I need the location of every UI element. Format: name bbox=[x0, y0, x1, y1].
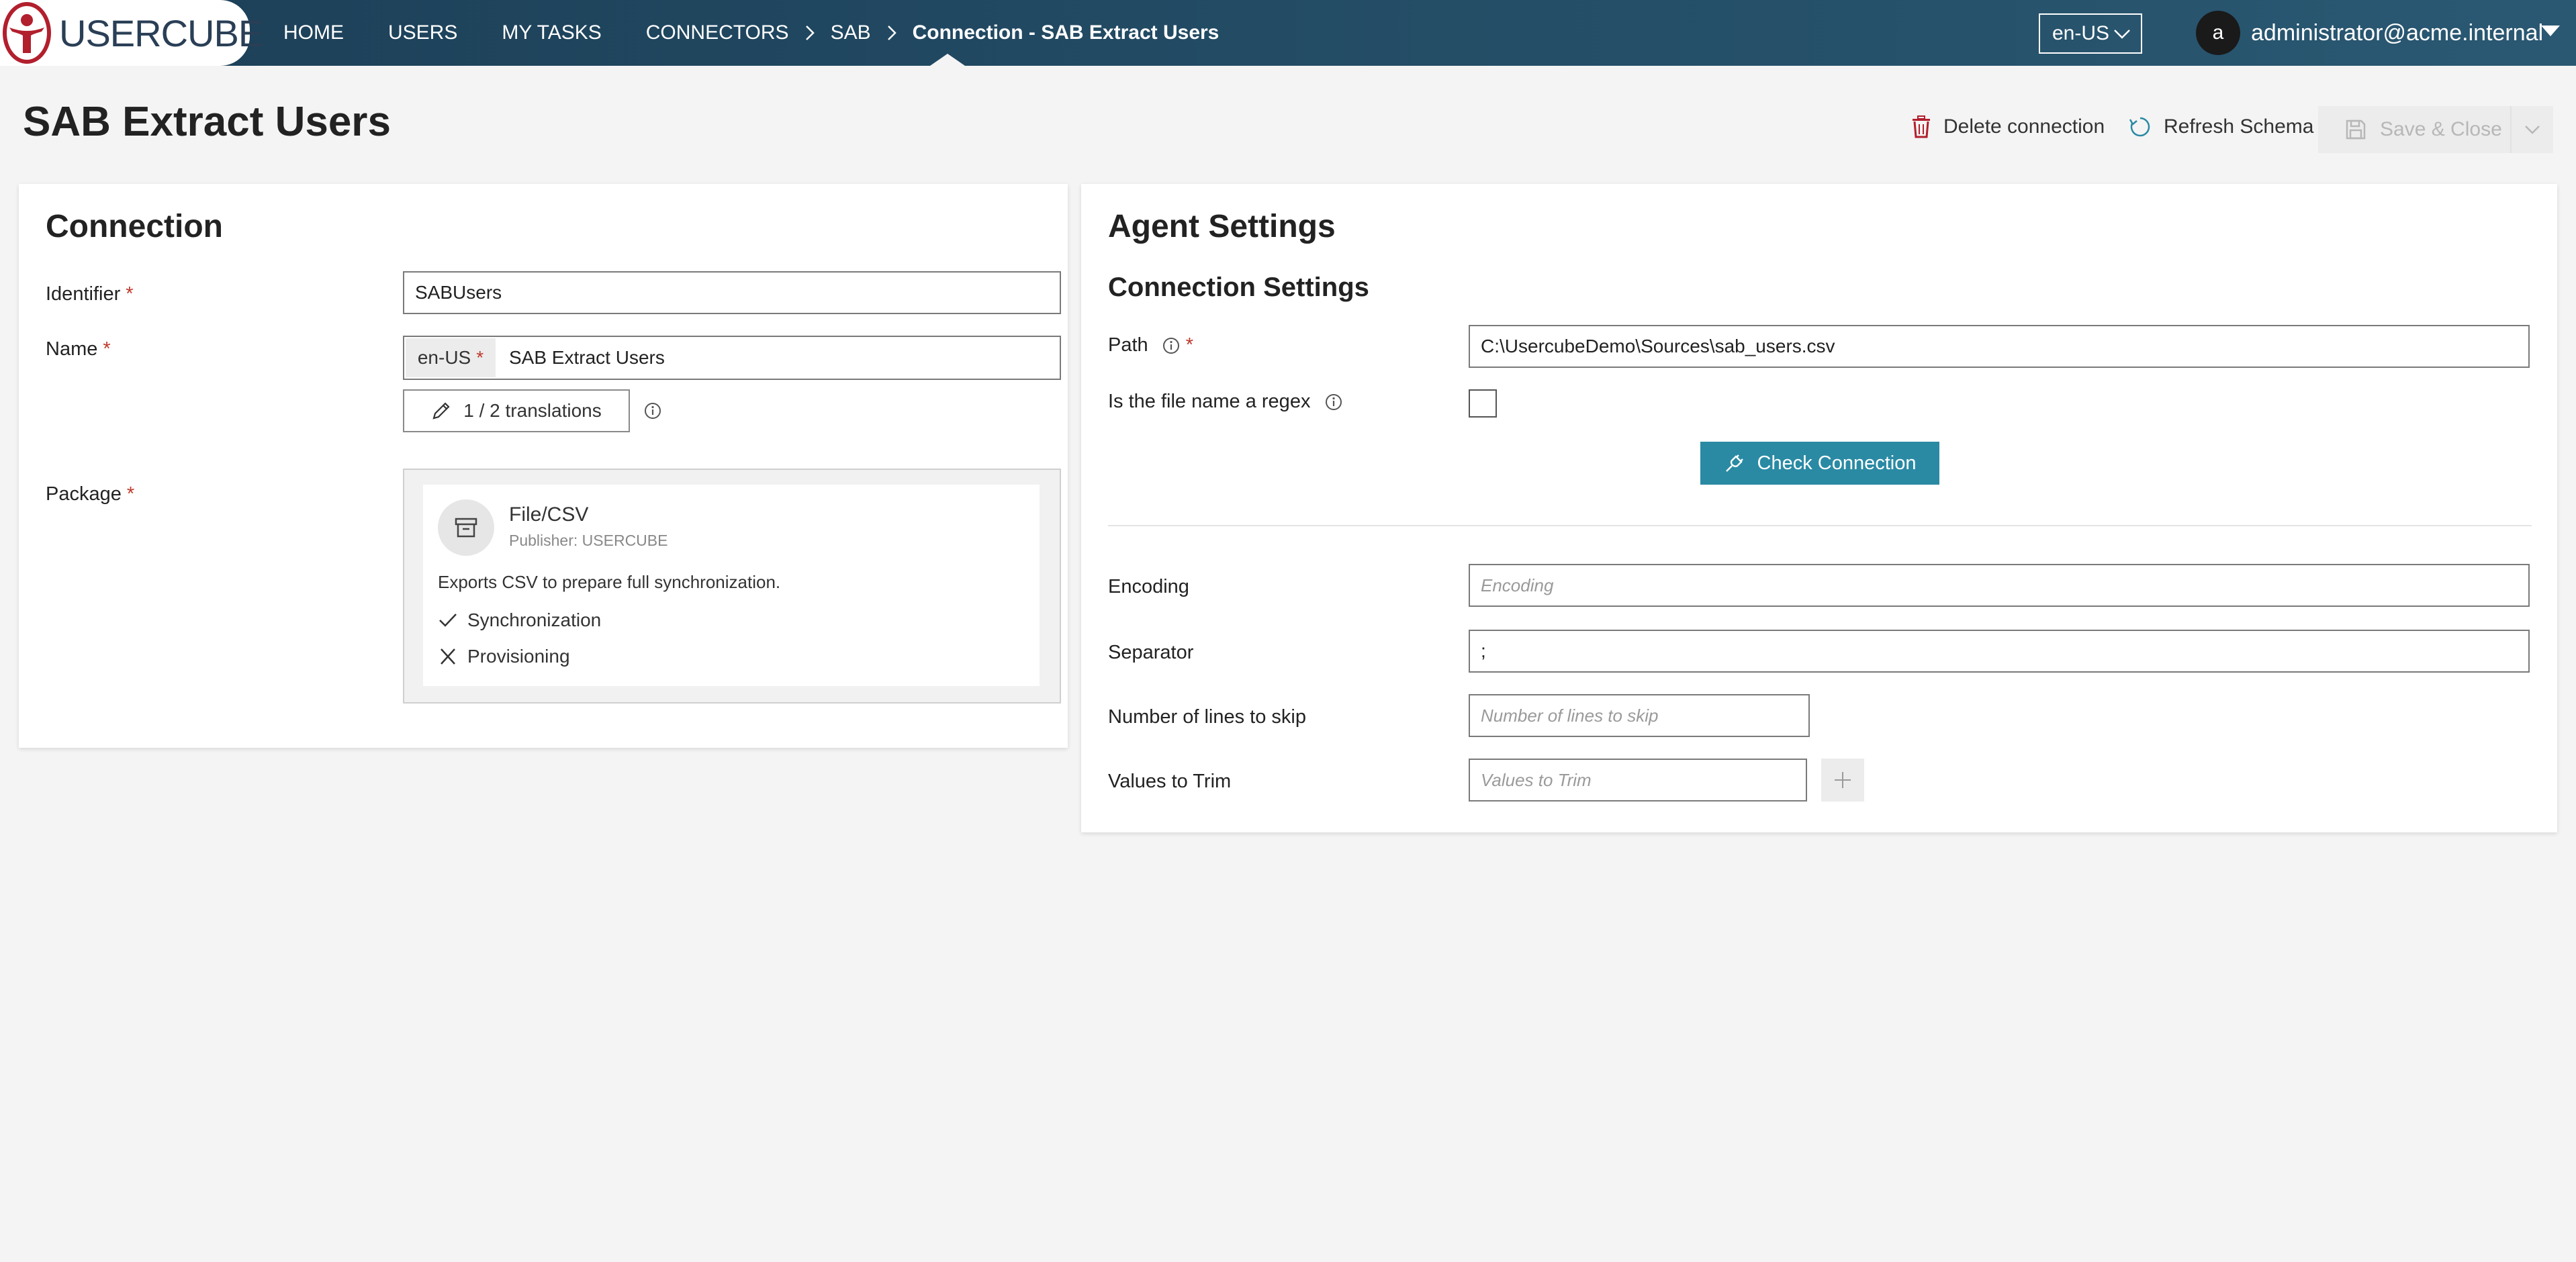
breadcrumb: CONNECTORS SAB Connection - SAB Extract … bbox=[646, 21, 1220, 44]
package-publisher: Publisher: USERCUBE bbox=[509, 532, 668, 549]
connection-card: Connection Identifier* Name* en-US* 1 / … bbox=[19, 184, 1068, 748]
path-label: Path * bbox=[1108, 334, 1193, 356]
nav-my-tasks[interactable]: MY TASKS bbox=[502, 21, 601, 44]
save-close-label: Save & Close bbox=[2380, 118, 2502, 140]
required-mark: * bbox=[126, 483, 135, 505]
refresh-schema-label: Refresh Schema bbox=[2164, 115, 2314, 138]
refresh-schema-button[interactable]: Refresh Schema bbox=[2129, 115, 2313, 138]
nav-home[interactable]: HOME bbox=[283, 21, 344, 44]
values-to-trim-input[interactable] bbox=[1469, 759, 1807, 802]
package-icon bbox=[438, 499, 494, 556]
package-label: Package * bbox=[46, 483, 134, 505]
identifier-label: Identifier * bbox=[46, 283, 134, 305]
required-mark: * bbox=[103, 338, 111, 360]
breadcrumb-indicator bbox=[930, 54, 965, 66]
values-to-trim-label: Values to Trim bbox=[1108, 771, 1232, 792]
name-field: en-US * bbox=[403, 336, 1061, 380]
regex-checkbox[interactable] bbox=[1469, 389, 1497, 418]
agent-settings-title: Agent Settings bbox=[1108, 209, 1336, 244]
encoding-input[interactable] bbox=[1469, 564, 2530, 607]
avatar[interactable]: a bbox=[2196, 11, 2240, 55]
capability-label: Synchronization bbox=[467, 610, 602, 630]
user-menu-caret-icon[interactable] bbox=[2541, 26, 2560, 36]
encoding-label: Encoding bbox=[1108, 576, 1189, 597]
agent-settings-card: Agent Settings Connection Settings Path … bbox=[1081, 184, 2557, 832]
info-icon[interactable] bbox=[1162, 336, 1181, 355]
separator-input[interactable] bbox=[1469, 630, 2530, 673]
path-label-text: Path bbox=[1108, 334, 1148, 356]
name-label: Name * bbox=[46, 338, 111, 360]
page-title: SAB Extract Users bbox=[23, 99, 391, 145]
save-icon bbox=[2346, 119, 2366, 140]
check-icon bbox=[439, 614, 457, 627]
divider bbox=[1108, 525, 2532, 526]
name-language: en-US bbox=[417, 347, 471, 368]
connection-card-title: Connection bbox=[46, 209, 223, 244]
save-options-button[interactable] bbox=[2510, 106, 2553, 153]
path-input[interactable] bbox=[1469, 325, 2530, 368]
required-mark: * bbox=[1185, 334, 1194, 356]
name-input[interactable] bbox=[496, 337, 1060, 379]
archive-icon bbox=[455, 518, 477, 538]
translations-button[interactable]: 1 / 2 translations bbox=[403, 389, 630, 432]
name-language-prefix: en-US * bbox=[406, 338, 496, 377]
save-close-split-button: Save & Close bbox=[2318, 106, 2553, 153]
package-description: Exports CSV to prepare full synchronizat… bbox=[438, 572, 781, 592]
chevron-down-icon bbox=[2525, 126, 2540, 134]
identifier-label-text: Identifier bbox=[46, 283, 121, 305]
user-name[interactable]: administrator@acme.internal bbox=[2251, 20, 2543, 46]
logo[interactable]: USERCUBE bbox=[0, 0, 263, 66]
connection-settings-title: Connection Settings bbox=[1108, 273, 1369, 302]
pencil-icon bbox=[432, 402, 450, 420]
regex-label: Is the file name a regex bbox=[1108, 391, 1343, 413]
regex-label-text: Is the file name a regex bbox=[1108, 391, 1311, 412]
check-connection-button[interactable]: Check Connection bbox=[1700, 442, 1939, 485]
top-bar: USERCUBE HOME USERS MY TASKS CONNECTORS … bbox=[0, 0, 2576, 66]
required-mark: * bbox=[476, 347, 484, 368]
language-value: en-US bbox=[2052, 22, 2110, 44]
check-connection-label: Check Connection bbox=[1757, 452, 1917, 474]
name-label-text: Name bbox=[46, 338, 98, 360]
breadcrumb-connectors[interactable]: CONNECTORS bbox=[646, 21, 789, 44]
delete-connection-label: Delete connection bbox=[1943, 115, 2105, 138]
translations-label: 1 / 2 translations bbox=[463, 400, 602, 421]
identifier-input[interactable] bbox=[403, 271, 1061, 314]
save-close-button[interactable]: Save & Close bbox=[2318, 118, 2510, 141]
plus-icon bbox=[1835, 772, 1851, 788]
add-trim-value-button[interactable] bbox=[1821, 759, 1864, 802]
required-mark: * bbox=[126, 283, 134, 305]
capability-provisioning: Provisioning bbox=[438, 646, 570, 667]
package-name: File/CSV bbox=[509, 503, 589, 526]
plug-icon bbox=[1725, 454, 1743, 472]
lines-to-skip-label: Number of lines to skip bbox=[1108, 706, 1306, 728]
chevron-right-icon bbox=[887, 26, 896, 40]
package-selector[interactable]: File/CSV Publisher: USERCUBE Exports CSV… bbox=[403, 469, 1061, 703]
package-label-text: Package bbox=[46, 483, 122, 505]
trash-icon bbox=[1913, 115, 1930, 138]
package-card: File/CSV Publisher: USERCUBE Exports CSV… bbox=[423, 485, 1040, 686]
delete-connection-button[interactable]: Delete connection bbox=[1911, 115, 2105, 138]
chevron-right-icon bbox=[805, 26, 815, 40]
breadcrumb-sab[interactable]: SAB bbox=[831, 21, 871, 44]
breadcrumb-current: Connection - SAB Extract Users bbox=[912, 21, 1220, 44]
capability-synchronization: Synchronization bbox=[438, 610, 601, 631]
close-icon bbox=[441, 648, 455, 665]
chevron-down-icon bbox=[2114, 30, 2130, 39]
lines-to-skip-input[interactable] bbox=[1469, 694, 1810, 737]
capability-label: Provisioning bbox=[467, 646, 570, 667]
info-icon[interactable] bbox=[1324, 393, 1343, 411]
language-select[interactable]: en-US bbox=[2039, 13, 2142, 54]
logo-text: USERCUBE bbox=[59, 11, 263, 54]
nav-users[interactable]: USERS bbox=[388, 21, 457, 44]
main-nav: HOME USERS MY TASKS CONNECTORS SAB Conne… bbox=[283, 0, 1219, 66]
refresh-icon bbox=[2129, 117, 2150, 137]
info-icon[interactable] bbox=[643, 401, 662, 420]
usercube-logo-icon bbox=[3, 2, 51, 64]
separator-label: Separator bbox=[1108, 642, 1194, 663]
